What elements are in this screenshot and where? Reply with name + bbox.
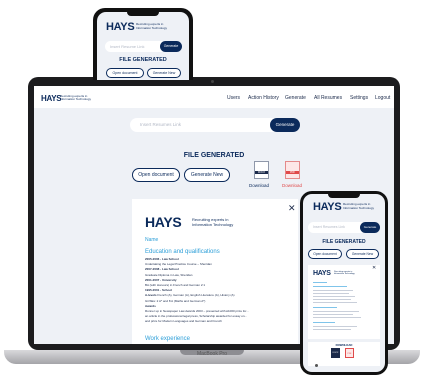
resume-text-line (313, 314, 353, 316)
work-experience-heading: Work experience (145, 336, 190, 342)
right-phone-resume-logo: HAYS (313, 270, 331, 277)
resume-hays-logo: HAYS (145, 214, 182, 230)
nav-generate[interactable]: Generate (285, 95, 306, 101)
resume-text-line (313, 286, 347, 288)
nav-all-resumes[interactable]: All Resumes (314, 95, 342, 101)
pdf-badge: PDF (286, 171, 299, 174)
resume-line-bold: 1995-2001 - School (145, 288, 173, 293)
nav-users[interactable]: Users (227, 95, 240, 101)
right-phone-tagline: Recruiting experts in Information Techno… (343, 202, 374, 210)
resume-text-line (313, 302, 357, 304)
search-placeholder: Insert Resumes Link (140, 122, 182, 127)
resume-line: Awards (145, 303, 156, 308)
resume-line-bold: A-levels (145, 293, 157, 298)
right-phone-notch (328, 194, 360, 198)
resume-text-line (313, 293, 349, 295)
resume-text-line (313, 317, 361, 319)
top-phone-file-generated: FILE GENERATED (119, 57, 167, 63)
resume-line-text: an article in the professional legal pre… (145, 314, 248, 319)
education-heading: Education and qualifications (145, 249, 220, 255)
resume-text-line (313, 311, 359, 313)
right-phone-home-indicator (315, 364, 318, 367)
resume-line: 2001-2007 - University (145, 277, 177, 282)
resume-line-bold: 2005-2006 - Law School (145, 257, 179, 261)
right-phone-open-document-button[interactable]: Open document (308, 249, 342, 259)
resume-text-line (313, 282, 327, 284)
top-phone-tagline: Recruiting experts in Information Techno… (136, 22, 167, 30)
resume-line-text: Runner up in Newspaper Law Awards 2003 –… (145, 309, 249, 313)
generate-new-button[interactable]: Generate New (184, 168, 230, 182)
right-phone-resume-tagline: Recruiting experts in Information Techno… (334, 271, 355, 276)
resume-line: 2005-2006 - Law School (145, 257, 179, 261)
resume-line-bold: 2007-2008 - Law School (145, 267, 179, 272)
nav-action-history[interactable]: Action History (248, 95, 279, 101)
top-phone-hays-logo[interactable]: HAYS (106, 21, 135, 33)
resume-line-bold: 2001-2007 - University (145, 277, 177, 282)
resume-text-line (313, 299, 351, 301)
brand-tagline: Recruiting experts in Information Techno… (60, 94, 91, 102)
resume-line-text: Graduate Diploma in Law, Sheridan (145, 272, 193, 277)
top-phone-search-placeholder: Insert Resume Link (110, 44, 145, 49)
hays-logo[interactable]: HAYS (41, 94, 62, 103)
open-document-button[interactable]: Open document (132, 168, 180, 182)
resume-line: 1995-2001 - School (145, 288, 173, 293)
nav-settings[interactable]: Settings (350, 95, 368, 101)
right-phone-close-icon[interactable]: ✕ (372, 265, 376, 271)
resume-line: GCSEs: 2 A* and 8 A (Maths and German A*… (145, 298, 206, 303)
resume-line: Runner up in Newspaper Law Awards 2003 –… (145, 309, 249, 313)
resume-text-line (313, 296, 355, 298)
nav-logout[interactable]: Logout (375, 95, 390, 101)
top-phone-generate-new-button[interactable]: Generate New (147, 68, 181, 78)
resume-line-text: and prize for Modern Languages and Germa… (145, 319, 222, 324)
resume-line: Graduate Diploma in Law, Sheridan (145, 272, 193, 277)
close-icon[interactable]: ✕ (288, 203, 296, 214)
resume-line-text: French (A), German (A), English Literatu… (156, 293, 235, 298)
right-phone-generate-button[interactable]: Generate (360, 222, 380, 233)
resume-text-line (313, 329, 351, 331)
right-phone-generate-new-button[interactable]: Generate New (346, 249, 379, 259)
download-docx-link[interactable]: Download (249, 183, 269, 188)
right-phone-search-placeholder: Insert Resumes Link (313, 225, 345, 229)
resume-line-text: BA (with Honours) in French and German 2… (145, 283, 206, 287)
resume-line-text: GCSEs: 2 A* and 8 A (Maths and German A*… (145, 298, 206, 303)
resume-line: and prize for Modern Languages and Germa… (145, 320, 222, 323)
right-phone-pdf-icon[interactable]: PDF (345, 348, 354, 358)
right-phone-docx-icon[interactable]: DOCX (331, 348, 340, 358)
top-phone-notch (127, 12, 159, 16)
file-generated-title: FILE GENERATED (183, 152, 245, 159)
resume-text-line (313, 307, 337, 309)
pdf-file-icon[interactable]: PDF (285, 161, 300, 179)
top-phone-open-document-button[interactable]: Open document (106, 68, 144, 78)
resume-line: an article in the professional legal pre… (145, 314, 248, 319)
docx-file-icon[interactable]: DOCX (254, 161, 269, 179)
resume-line-text: Undertaking the Legal Practice Course – … (145, 262, 212, 267)
right-phone-hays-logo[interactable]: HAYS (313, 201, 342, 213)
resume-line: BA (with Honours) in French and German 2… (145, 283, 206, 287)
right-phone-download-title: DOWNLOAD (335, 343, 353, 347)
resume-line: Undertaking the Legal Practice Course – … (145, 262, 212, 267)
generate-button[interactable]: Generate (270, 118, 300, 132)
top-phone-generate-button[interactable]: Generate (160, 41, 182, 52)
resume-line: 2007-2008 - Law School (145, 268, 179, 271)
resume-text-line (313, 322, 335, 324)
laptop-camera (211, 80, 214, 83)
top-navbar: HAYS Recruiting experts in Information T… (34, 86, 394, 108)
resume-line: A-levels French (A), German (A), English… (145, 294, 235, 297)
resume-name: Name (145, 237, 159, 243)
resume-tagline: Recruiting experts in Information Techno… (192, 217, 234, 227)
docx-badge: DOCX (255, 171, 268, 174)
right-phone-file-generated: FILE GENERATED (322, 239, 366, 245)
resume-line-bold: Awards (145, 303, 156, 308)
download-pdf-link[interactable]: Download (282, 183, 302, 188)
resume-text-line (313, 290, 353, 292)
resume-text-line (313, 326, 357, 328)
